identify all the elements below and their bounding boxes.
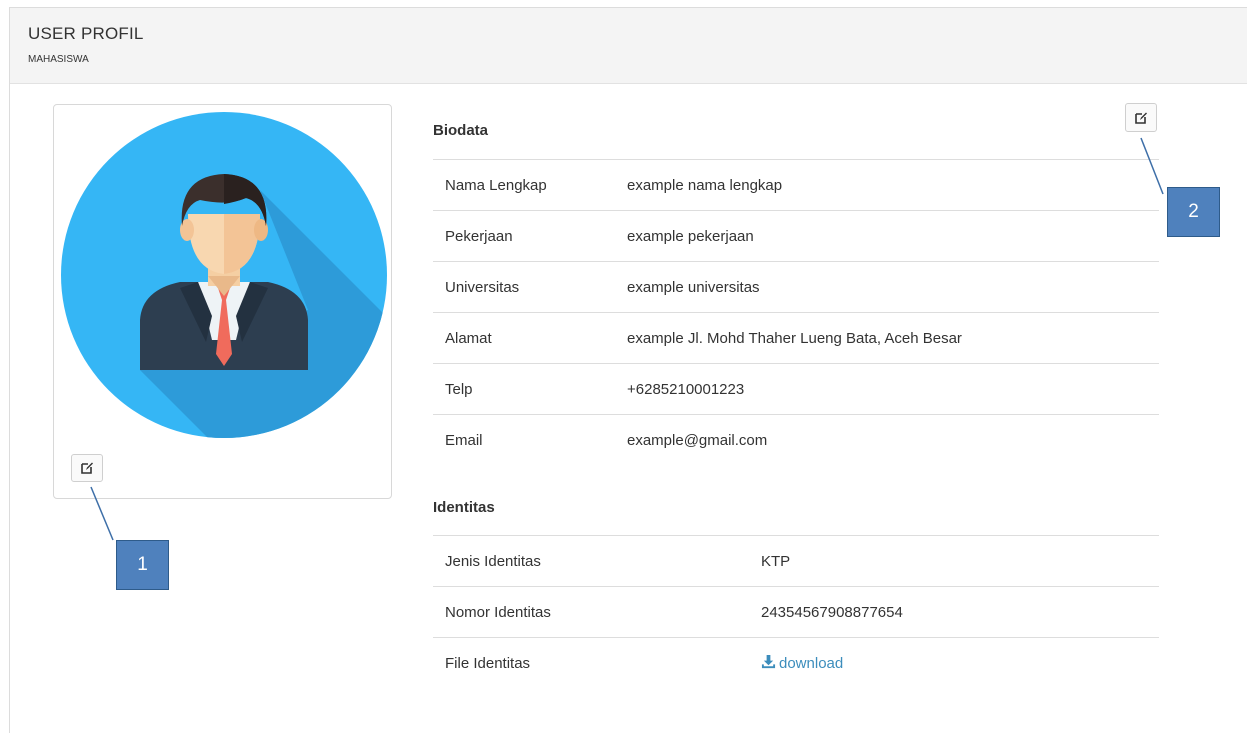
row-value: KTP <box>749 535 1159 587</box>
download-link[interactable]: download <box>761 654 844 672</box>
table-row: Email example@gmail.com <box>433 414 1159 465</box>
edit-icon <box>81 462 93 474</box>
table-row: File Identitas download <box>433 637 1159 688</box>
table-row: Nama Lengkap example nama lengkap <box>433 159 1159 211</box>
callout-1: 1 <box>116 540 169 590</box>
row-value: +6285210001223 <box>615 363 1159 415</box>
row-value: download <box>749 637 1159 688</box>
identitas-table: Jenis Identitas KTP Nomor Identitas 2435… <box>433 535 1159 688</box>
panel-header: USER PROFIL MAHASISWA <box>10 8 1247 84</box>
row-label: File Identitas <box>433 637 749 688</box>
row-label: Jenis Identitas <box>433 535 749 587</box>
user-avatar-icon <box>61 112 387 438</box>
row-label: Universitas <box>433 261 615 313</box>
row-label: Telp <box>433 363 615 415</box>
biodata-table: Nama Lengkap example nama lengkap Pekerj… <box>433 159 1159 465</box>
callout-2: 2 <box>1167 187 1220 237</box>
edit-icon <box>1135 112 1147 124</box>
table-row: Pekerjaan example pekerjaan <box>433 210 1159 262</box>
row-label: Alamat <box>433 312 615 364</box>
identitas-title: Identitas <box>433 499 495 516</box>
row-value: example Jl. Mohd Thaher Lueng Bata, Aceh… <box>615 312 1159 364</box>
edit-photo-button[interactable] <box>71 454 103 482</box>
row-value: 24354567908877654 <box>749 586 1159 638</box>
row-value: example pekerjaan <box>615 210 1159 262</box>
row-value: example@gmail.com <box>615 414 1159 465</box>
download-label: download <box>779 655 844 672</box>
table-row: Alamat example Jl. Mohd Thaher Lueng Bat… <box>433 312 1159 364</box>
row-label: Nomor Identitas <box>433 586 749 638</box>
biodata-title: Biodata <box>433 122 489 139</box>
table-row: Universitas example universitas <box>433 261 1159 313</box>
table-row: Jenis Identitas KTP <box>433 535 1159 587</box>
page-subtitle: MAHASISWA <box>28 54 89 65</box>
download-icon <box>761 654 776 669</box>
photo-card <box>53 104 392 499</box>
row-label: Email <box>433 414 615 465</box>
edit-biodata-button[interactable] <box>1125 103 1157 132</box>
table-row: Nomor Identitas 24354567908877654 <box>433 586 1159 638</box>
row-label: Nama Lengkap <box>433 159 615 211</box>
row-label: Pekerjaan <box>433 210 615 262</box>
row-value: example universitas <box>615 261 1159 313</box>
row-value: example nama lengkap <box>615 159 1159 211</box>
table-row: Telp +6285210001223 <box>433 363 1159 415</box>
page-title: USER PROFIL <box>28 24 144 43</box>
